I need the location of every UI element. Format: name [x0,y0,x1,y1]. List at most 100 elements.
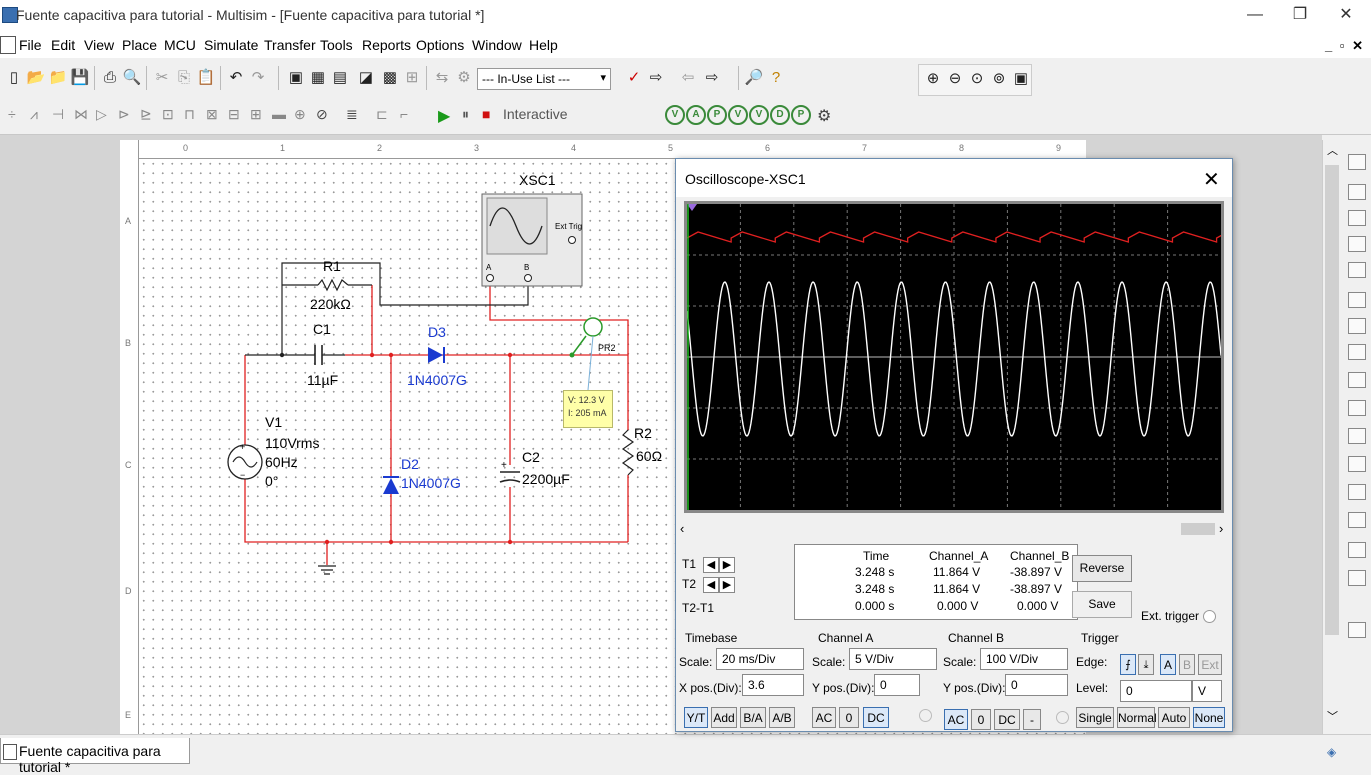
t2-channel-a: 11.864 V [933,582,981,596]
add-mode-button[interactable]: Add [711,707,737,728]
channel-b-dc-button[interactable]: DC [994,709,1020,730]
c1-value[interactable]: 11µF [307,372,338,388]
trigger-level-label: Level: [1076,681,1109,695]
scope-label[interactable]: XSC1 [519,172,556,188]
timebase-scale-field[interactable]: 20 ms/Div [716,648,804,670]
c1-name[interactable]: C1 [313,321,331,337]
scroll-down-icon[interactable]: ﹀ [1327,708,1338,724]
timebase-xpos-field[interactable]: 3.6 [742,674,804,696]
logic-analyzer-icon[interactable] [1348,372,1366,388]
r1-name[interactable]: R1 [323,258,341,274]
multimeter-icon[interactable] [1348,154,1366,170]
logic-converter-icon[interactable] [1348,400,1366,416]
channel-b-scale-field[interactable]: 100 V/Div [980,648,1068,670]
single-trigger-button[interactable]: Single [1076,707,1114,728]
document-tab[interactable]: Fuente capacitiva para tutorial * [0,738,190,775]
none-trigger-button[interactable]: None [1193,707,1225,728]
timebase-xpos-label: X pos.(Div): [679,681,742,695]
iv-analyzer-icon[interactable] [1348,428,1366,444]
channel-b-zero-button[interactable]: 0 [971,709,991,730]
ba-mode-button[interactable]: B/A [740,707,766,728]
bode-plotter-icon[interactable] [1348,292,1366,308]
t1-channel-a: 11.864 V [933,565,981,579]
d2-name[interactable]: D2 [401,456,419,472]
t1-left-arrow-icon[interactable]: ◀ [703,557,719,573]
probe-name[interactable]: PR2 [598,343,616,353]
save-button[interactable]: Save [1072,591,1132,618]
probe-readout-box[interactable]: V: 12.3 V I: 205 mA [563,390,613,428]
t2-left-arrow-icon[interactable]: ◀ [703,577,719,593]
scroll-right-icon[interactable]: › [1219,521,1223,536]
falling-edge-icon[interactable]: ⤓ [1138,654,1154,675]
oscilloscope-titlebar[interactable]: Oscilloscope-XSC1 ✕ [676,159,1232,197]
word-generator-icon[interactable] [1348,344,1366,360]
channel-a-ypos-field[interactable]: 0 [874,674,920,696]
t2-right-arrow-icon[interactable]: ▶ [719,577,735,593]
channel-a-dc-button[interactable]: DC [863,707,889,728]
auto-trigger-button[interactable]: Auto [1158,707,1190,728]
v1-amplitude[interactable]: 110Vrms [265,435,319,451]
trigger-source-a-button[interactable]: A [1160,654,1176,675]
v1-phase[interactable]: 0° [265,473,278,489]
wattmeter-icon[interactable] [1348,210,1366,226]
agilent-generator-icon[interactable] [1348,542,1366,558]
scope-channel-b-label: B [524,263,529,272]
ext-trigger-terminal[interactable] [1203,610,1216,623]
r2-name[interactable]: R2 [634,425,652,441]
frequency-counter-icon[interactable] [1348,318,1366,334]
network-analyzer-icon[interactable] [1348,512,1366,528]
trigger-source-b-button[interactable]: B [1179,654,1195,675]
d3-value[interactable]: 1N4007G [407,372,467,388]
channel-b-invert-button[interactable]: - [1023,709,1041,730]
instruments-toolbar [1341,140,1371,734]
function-generator-icon[interactable] [1348,184,1366,200]
d3-name[interactable]: D3 [428,324,446,340]
normal-trigger-button[interactable]: Normal [1117,707,1157,728]
t2-time: 3.248 s [855,582,895,596]
channel-a-zero-button[interactable]: 0 [839,707,859,728]
distortion-analyzer-icon[interactable] [1348,456,1366,472]
oscilloscope-window[interactable]: Oscilloscope-XSC1 ✕ ‹ › T1 ◀ ▶ T2 ◀ ▶ T2… [675,158,1306,732]
yt-mode-button[interactable]: Y/T [684,707,708,728]
t2-label: T2 [682,577,697,591]
d2-value[interactable]: 1N4007G [401,475,461,491]
scrollbar-thumb[interactable] [1325,165,1339,635]
oscilloscope-icon[interactable] [1348,236,1366,252]
t2-t1-label: T2-T1 [682,601,715,615]
oscilloscope-horizontal-scrollbar[interactable]: ‹ › [676,520,1232,538]
scroll-up-icon[interactable]: ︿ [1327,142,1338,158]
channel-a-ac-button[interactable]: AC [812,707,836,728]
agilent-multimeter-icon[interactable] [1348,570,1366,586]
channel-b-terminal[interactable] [1056,711,1069,724]
scroll-left-icon[interactable]: ‹ [680,521,684,536]
reverse-button[interactable]: Reverse [1072,555,1132,582]
channel-a-scale-label: Scale: [812,655,846,669]
document-tab-label: Fuente capacitiva para tutorial * [19,743,161,775]
rising-edge-icon[interactable]: ⨍ [1120,654,1136,675]
oscilloscope-screen[interactable] [684,201,1306,513]
ab-mode-button[interactable]: A/B [769,707,795,728]
close-icon[interactable]: ✕ [1203,167,1220,192]
channel-b-ypos-field[interactable]: 0 [1005,674,1068,696]
channel-a-scale-field[interactable]: 5 V/Div [849,648,937,670]
c2-name[interactable]: C2 [522,449,540,465]
channel-a-title: Channel A [818,631,874,645]
t2-t1-channel-b: 0.000 V [1017,599,1059,613]
t1-right-arrow-icon[interactable]: ▶ [719,557,735,573]
scrollbar-thumb[interactable] [1181,523,1215,535]
vertical-scrollbar[interactable]: ︿ ﹀ [1322,140,1341,734]
tektronix-scope-icon[interactable] [1348,622,1366,638]
channel-b-ac-button[interactable]: AC [944,709,968,730]
four-channel-oscilloscope-icon[interactable] [1348,262,1366,278]
trigger-level-field[interactable]: 0 [1120,680,1192,702]
v1-frequency[interactable]: 60Hz [265,454,298,470]
v1-name[interactable]: V1 [265,414,282,430]
channel-a-terminal[interactable] [919,709,932,722]
spectrum-analyzer-icon[interactable] [1348,484,1366,500]
trigger-source-ext-button[interactable]: Ext [1198,654,1222,675]
r2-value[interactable]: 60Ω [636,448,662,464]
r1-value[interactable]: 220kΩ [310,296,351,312]
schematic-document-icon [3,744,17,760]
c2-value[interactable]: 2200µF [522,471,570,487]
trigger-level-unit[interactable]: V [1192,680,1222,702]
